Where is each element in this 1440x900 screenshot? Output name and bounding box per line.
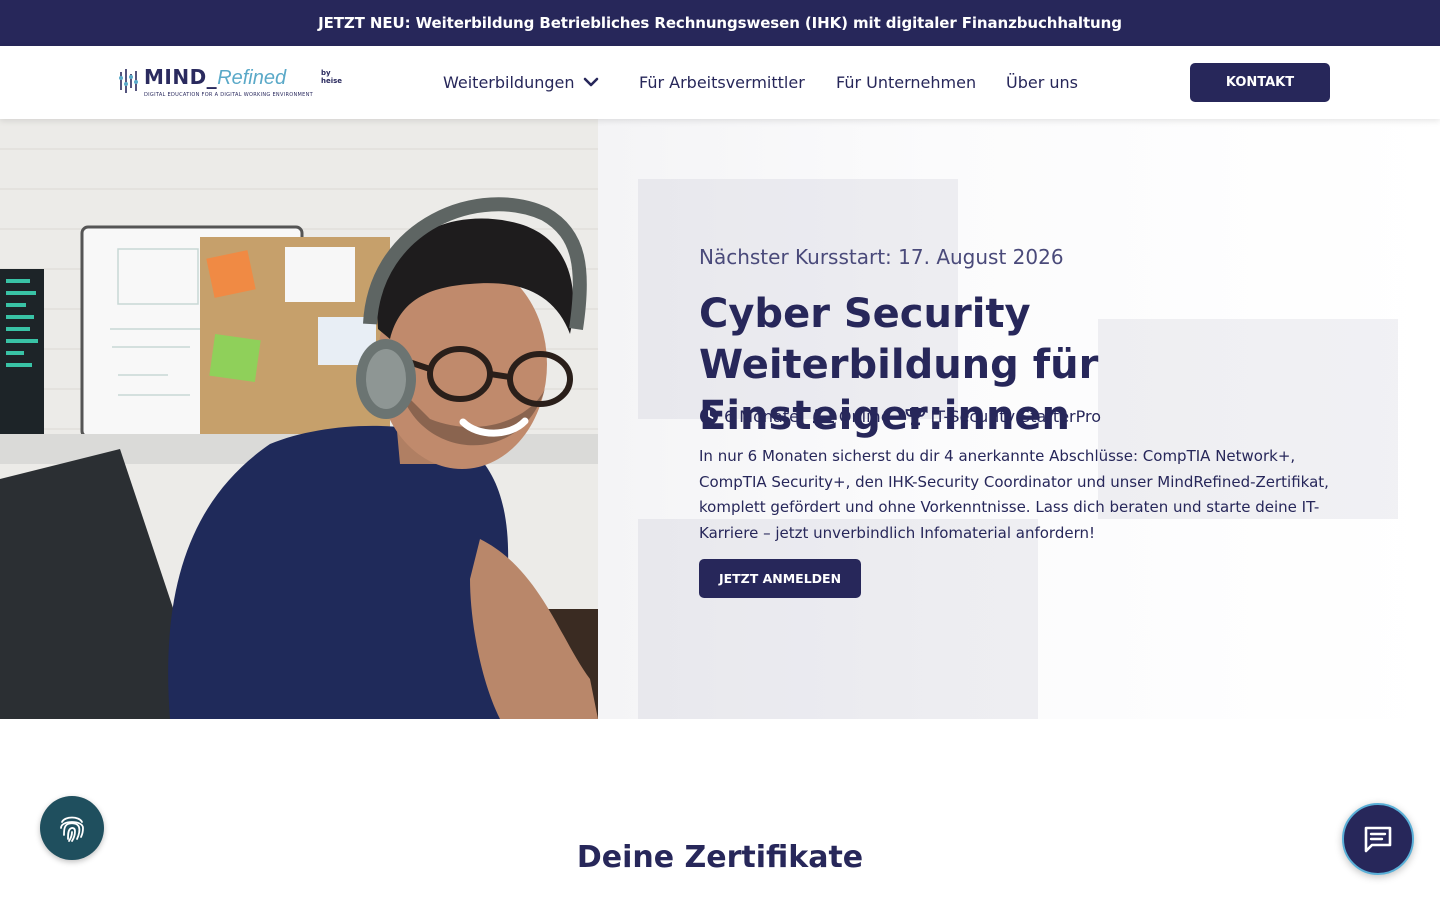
fingerprint-icon [60, 816, 84, 842]
course-description: In nur 6 Monaten sicherst du dir 4 anerk… [699, 447, 1329, 542]
chat-button[interactable] [1342, 803, 1414, 875]
privacy-settings-button[interactable] [40, 796, 104, 860]
contact-button[interactable]: KONTAKT [1190, 63, 1330, 102]
certificates-title: Deine Zertifikate [576, 840, 864, 875]
logo-brand: MIND_Refined [144, 66, 313, 89]
course-start-date: Nächster Kursstart: 17. August 2026 [699, 245, 1064, 269]
hero-section: Nächster Kursstart: 17. August 2026 Cybe… [0, 119, 1440, 719]
register-button[interactable]: JETZT ANMELDEN [699, 559, 861, 598]
meta-certificate: IT-Security StarterPro [905, 407, 1101, 426]
clock-icon [700, 407, 718, 425]
logo[interactable]: MIND_Refined DIGITAL EDUCATION FOR A DIG… [118, 66, 343, 98]
logo-brand-accent: Refined [217, 67, 287, 89]
meta-format: Online [812, 406, 891, 426]
meta-certificate-label: IT-Security StarterPro [930, 406, 1102, 426]
chat-icon [1364, 826, 1392, 853]
laptop-icon [812, 409, 834, 424]
chevron-down-icon[interactable] [583, 76, 599, 88]
hero-photo [0, 119, 598, 719]
meta-format-label: Online [838, 406, 891, 426]
nav-fuer-arbeitsvermittler[interactable]: Für Arbeitsvermittler [639, 73, 805, 92]
announcement-bar[interactable]: JETZT NEU: Weiterbildung Betriebliches R… [0, 0, 1440, 46]
course-meta: 6 Monate Online IT-Security StarterPro [699, 406, 1115, 426]
logo-mark-icon [119, 69, 138, 93]
meta-duration-label: 6 Monate [724, 406, 799, 426]
nav-weiterbildungen[interactable]: Weiterbildungen [443, 73, 575, 92]
logo-brand-main: MIND_ [144, 65, 218, 89]
trophy-icon [905, 407, 925, 425]
logo-wordmark: MIND_Refined DIGITAL EDUCATION FOR A DIG… [144, 66, 313, 98]
logo-tagline: DIGITAL EDUCATION FOR A DIGITAL WORKING … [144, 92, 313, 98]
nav-ueber-uns[interactable]: Über uns [1006, 73, 1078, 92]
site-header: MIND_Refined DIGITAL EDUCATION FOR A DIG… [0, 46, 1440, 119]
nav-fuer-unternehmen[interactable]: Für Unternehmen [836, 73, 976, 92]
logo-by-heise: by heise [320, 69, 343, 85]
meta-duration: 6 Monate [699, 406, 799, 426]
announcement-text[interactable]: JETZT NEU: Weiterbildung Betriebliches R… [318, 14, 1122, 32]
